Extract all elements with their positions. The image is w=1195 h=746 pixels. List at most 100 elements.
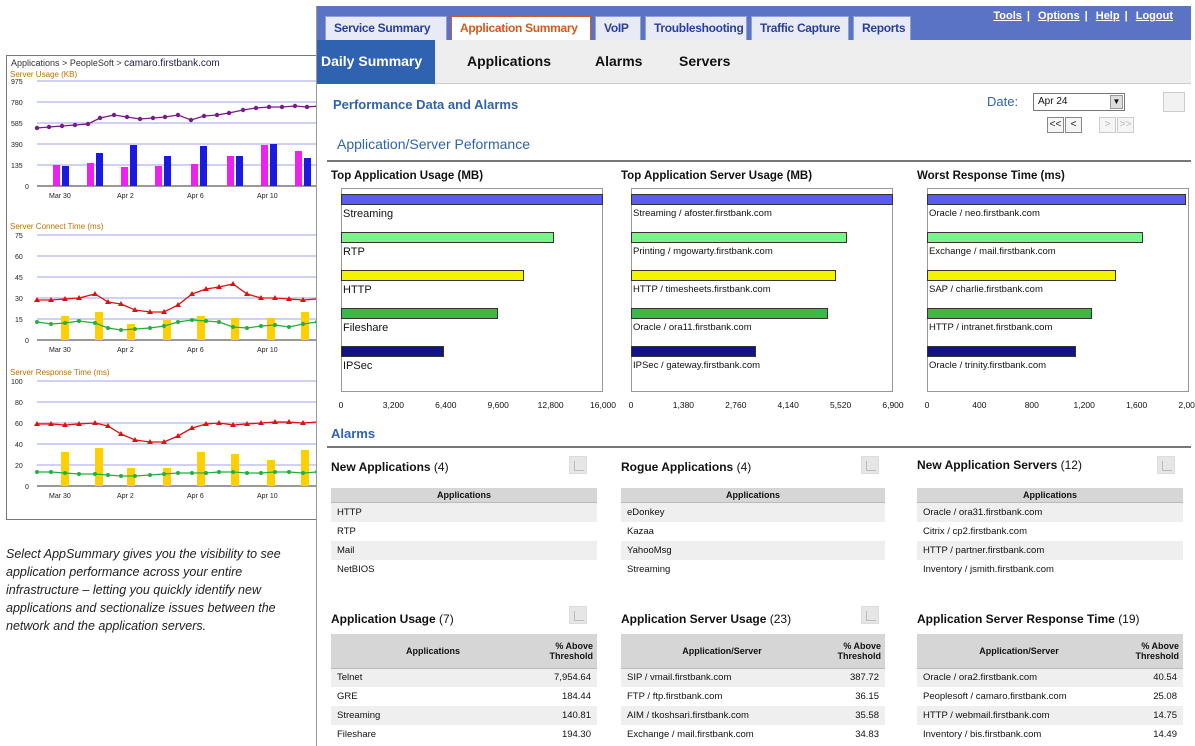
table-header: Application/Server xyxy=(621,634,823,669)
table-row[interactable]: Oracle / ora31.firstbank.com xyxy=(917,502,1183,522)
y-tick: 45 xyxy=(15,275,23,282)
first-page-button[interactable]: << xyxy=(1047,117,1064,133)
subtab-applications[interactable]: Applications xyxy=(467,40,551,84)
breadcrumb-peoplesoft[interactable]: PeopleSoft xyxy=(70,58,114,68)
rogue-applications-title: Rogue Applications (4) xyxy=(621,460,752,474)
table-row[interactable]: YahooMsg xyxy=(621,540,885,560)
chart-bar[interactable] xyxy=(631,270,836,281)
calendar-icon[interactable] xyxy=(1163,92,1185,112)
tools-link[interactable]: Tools xyxy=(993,10,1022,22)
logout-link[interactable]: Logout xyxy=(1136,10,1173,22)
breadcrumb-separator: > xyxy=(116,58,122,68)
table-row[interactable]: HTTP / partner.firstbank.com xyxy=(917,540,1183,560)
table-row[interactable]: SIP / vmail.firstbank.com 387.72 xyxy=(621,668,885,687)
prev-page-button[interactable]: < xyxy=(1065,117,1082,133)
table-row[interactable]: Exchange / mail.firstbank.com 34.83 xyxy=(621,725,885,744)
chart-bar[interactable] xyxy=(631,232,847,243)
tab-reports[interactable]: Reports xyxy=(853,16,911,40)
chart-bar[interactable] xyxy=(341,308,498,319)
table-row[interactable]: NetBIOS xyxy=(331,560,597,579)
x-tick: 0 xyxy=(338,400,344,410)
chart-bar[interactable] xyxy=(927,194,1186,205)
bar-label: RTP xyxy=(343,246,365,258)
bar-label: HTTP / timesheets.firstbank.com xyxy=(633,284,771,295)
chart-bar[interactable] xyxy=(341,346,444,357)
y-tick: 100 xyxy=(11,379,23,386)
x-tick: 2,000 xyxy=(1178,400,1195,410)
graph-icon[interactable] xyxy=(569,606,587,624)
table-row[interactable]: Mail xyxy=(331,540,597,560)
table-row[interactable]: AIM / tkoshsari.firstbank.com 35.58 xyxy=(621,706,885,725)
bar-label: HTTP / intranet.firstbank.com xyxy=(929,322,1053,333)
graph-icon[interactable] xyxy=(861,606,879,624)
table-row[interactable]: Inventory / jsmith.firstbank.com xyxy=(917,560,1183,579)
x-tick: 2,760 xyxy=(725,400,747,410)
bar-label: Printing / mgowarty.firstbank.com xyxy=(633,246,773,257)
table-row[interactable]: Citrix / cp2.firstbank.com xyxy=(917,522,1183,541)
table-row[interactable]: Streaming xyxy=(621,560,885,579)
bar-label: Streaming xyxy=(343,208,394,220)
table-header: Applications xyxy=(331,634,535,669)
subtab-daily-summary[interactable]: Daily Summary xyxy=(317,40,435,84)
table-row[interactable]: HTTP xyxy=(331,502,597,522)
response-time-chart: 100 80 60 40 20 0 Mar 30 Apr 2 Apr 6 Apr… xyxy=(11,379,317,500)
table-row[interactable]: Oracle / ora2.firstbank.com 40.54 xyxy=(917,668,1183,687)
table-row[interactable]: Telnet 7,954.64 xyxy=(331,668,597,687)
graph-icon[interactable] xyxy=(861,456,879,474)
chart-bar[interactable] xyxy=(631,346,756,357)
table-header: % Above Threshold xyxy=(823,634,885,669)
tab-traffic-capture[interactable]: Traffic Capture xyxy=(751,16,849,40)
table-header: % Above Threshold xyxy=(1121,634,1183,669)
x-tick: Apr 10 xyxy=(257,347,278,354)
bar-label: Oracle / trinity.firstbank.com xyxy=(929,360,1047,371)
table-row[interactable]: HTTP / webmail.firstbank.com 14.75 xyxy=(917,706,1183,725)
date-select[interactable]: Apr 24 ▼ xyxy=(1033,93,1125,111)
table-row[interactable]: Fileshare 194.30 xyxy=(331,725,597,744)
table-row[interactable]: RTP xyxy=(331,522,597,541)
server-usage-chart: 975 780 585 390 135 0 Mar 30 Apr 2 Apr 6… xyxy=(11,79,317,200)
tab-voip[interactable]: VoIP xyxy=(595,16,641,40)
x-tick: 400 xyxy=(972,400,987,410)
table-row[interactable]: Streaming 140.81 xyxy=(331,706,597,725)
sub-nav: Daily Summary Applications Alarms Server… xyxy=(317,40,1191,84)
chart-bar[interactable] xyxy=(341,194,603,205)
bar-label: IPSec xyxy=(343,360,373,372)
tab-service-summary[interactable]: Service Summary xyxy=(325,16,447,40)
chart-bar[interactable] xyxy=(927,232,1143,243)
table-row[interactable]: eDonkey xyxy=(621,502,885,522)
help-link[interactable]: Help xyxy=(1096,10,1120,22)
x-tick: 3,200 xyxy=(382,400,405,410)
graph-icon[interactable] xyxy=(569,456,587,474)
y-tick: 0 xyxy=(25,484,29,491)
next-page-button[interactable]: > xyxy=(1099,117,1116,133)
table-row[interactable]: Peoplesoft / camaro.firstbank.com 25.08 xyxy=(917,687,1183,706)
tab-troubleshooting[interactable]: Troubleshooting xyxy=(645,16,747,40)
chart-bar[interactable] xyxy=(927,270,1116,281)
chart-bar[interactable] xyxy=(631,194,893,205)
x-tick: Apr 2 xyxy=(117,193,134,200)
subtab-servers[interactable]: Servers xyxy=(679,40,730,84)
bar-label: Streaming / afoster.firstbank.com xyxy=(633,208,772,219)
chart-bar[interactable] xyxy=(341,232,554,243)
subtab-alarms[interactable]: Alarms xyxy=(595,40,642,84)
breadcrumb-separator: > xyxy=(62,58,68,68)
table-row[interactable]: FTP / ftp.firstbank.com 36.15 xyxy=(621,687,885,706)
table-row[interactable]: GRE 184.44 xyxy=(331,687,597,706)
y-tick: 20 xyxy=(15,463,23,470)
table-row[interactable]: Kazaa xyxy=(621,522,885,541)
x-tick: 0 xyxy=(924,400,930,410)
application-usage-title: Application Usage (7) xyxy=(331,612,454,626)
tab-application-summary[interactable]: Application Summary xyxy=(451,16,591,40)
graph-icon[interactable] xyxy=(1157,456,1175,474)
chart-bar[interactable] xyxy=(631,308,828,319)
chart-bar[interactable] xyxy=(927,346,1076,357)
table-header: Applications xyxy=(917,488,1183,503)
x-tick: 16,000 xyxy=(590,400,616,410)
options-link[interactable]: Options xyxy=(1038,10,1080,22)
chart-bar[interactable] xyxy=(341,270,524,281)
x-tick: Apr 6 xyxy=(187,193,204,200)
last-page-button[interactable]: >> xyxy=(1117,117,1134,133)
table-row[interactable]: Inventory / bis.firstbank.com 14.49 xyxy=(917,725,1183,744)
breadcrumb-applications[interactable]: Applications xyxy=(11,58,60,68)
chart-bar[interactable] xyxy=(927,308,1092,319)
